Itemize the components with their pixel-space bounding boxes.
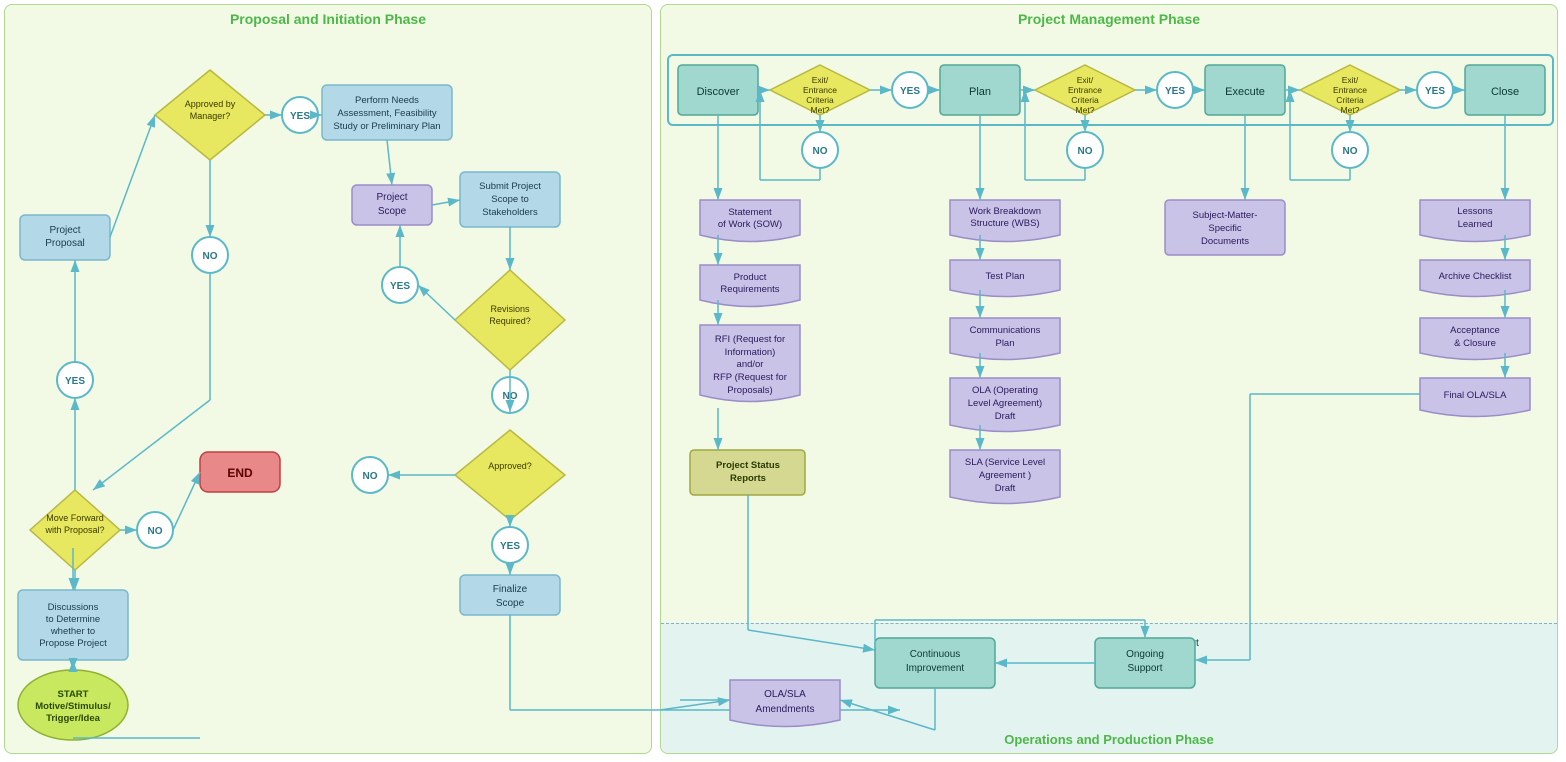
ops-phase-title: Operations and Production Phase xyxy=(661,732,1557,747)
ops-region: Operations and Production Phase xyxy=(661,623,1557,753)
right-region: Project Management Phase Operations and … xyxy=(660,4,1558,754)
ongoing-support-label: Ongoing Support xyxy=(1111,638,1211,649)
left-phase-title: Proposal and Initiation Phase xyxy=(5,11,651,27)
left-region: Proposal and Initiation Phase xyxy=(4,4,652,754)
right-phase-title: Project Management Phase xyxy=(661,11,1557,27)
continuous-improvement-label: Continuous Improvement xyxy=(875,638,995,649)
project-proposal-label: Project Proposal xyxy=(20,215,110,226)
diagram-wrapper: Proposal and Initiation Phase Project Ma… xyxy=(0,0,1566,762)
